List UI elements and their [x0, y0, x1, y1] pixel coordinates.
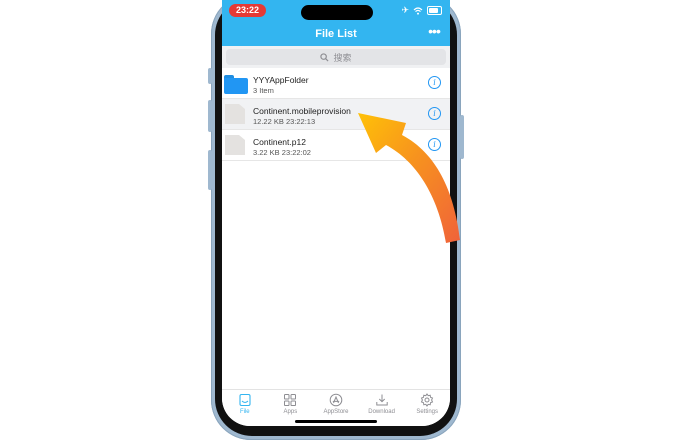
wifi-icon: [413, 6, 423, 15]
file-name: Continent.p12: [253, 137, 306, 147]
search-input[interactable]: 搜索: [226, 49, 446, 65]
phone-side-button-left-1: [208, 68, 212, 84]
document-icon: [225, 135, 245, 155]
search-placeholder: 搜索: [333, 52, 352, 63]
file-name: Continent.mobileprovision: [253, 106, 351, 116]
status-time: 23:22: [229, 4, 266, 17]
dynamic-island: [301, 5, 373, 20]
airplane-icon: ✈: [401, 5, 409, 15]
tab-label: AppStore: [323, 409, 349, 415]
gear-icon: [420, 393, 434, 407]
phone-side-button-left-3: [208, 150, 212, 190]
more-button[interactable]: •••: [424, 24, 444, 41]
folder-icon: [224, 75, 248, 94]
nav-bar: File List •••: [222, 22, 450, 46]
tab-label: Download: [368, 409, 395, 415]
file-meta: 3 Item: [253, 86, 274, 95]
status-icons: ✈: [401, 6, 442, 15]
tab-settings[interactable]: Settings: [404, 390, 450, 426]
status-bar: 23:22 ✈: [222, 0, 450, 22]
apps-grid-icon: [284, 394, 297, 406]
tab-file[interactable]: File: [222, 390, 268, 426]
file-meta: 3.22 KB 23:22:02: [253, 148, 311, 157]
file-name: YYYAppFolder: [253, 75, 309, 85]
tab-label: File: [239, 409, 250, 415]
tab-label: Settings: [416, 409, 439, 415]
file-icon: [239, 393, 251, 407]
search-icon: [320, 52, 329, 62]
search-bar: 搜索: [222, 46, 450, 68]
info-icon[interactable]: i: [428, 76, 441, 89]
page-title: File List: [315, 28, 357, 40]
phone-side-button-left-2: [208, 100, 212, 132]
file-meta: 12.22 KB 23:22:13: [253, 117, 316, 126]
home-indicator: [295, 420, 377, 423]
battery-icon: [427, 6, 442, 15]
tab-label: Apps: [283, 409, 298, 415]
appstore-icon: [329, 393, 343, 407]
download-icon: [375, 394, 388, 406]
annotation-arrow-icon: [358, 113, 460, 243]
document-icon: [225, 104, 245, 124]
